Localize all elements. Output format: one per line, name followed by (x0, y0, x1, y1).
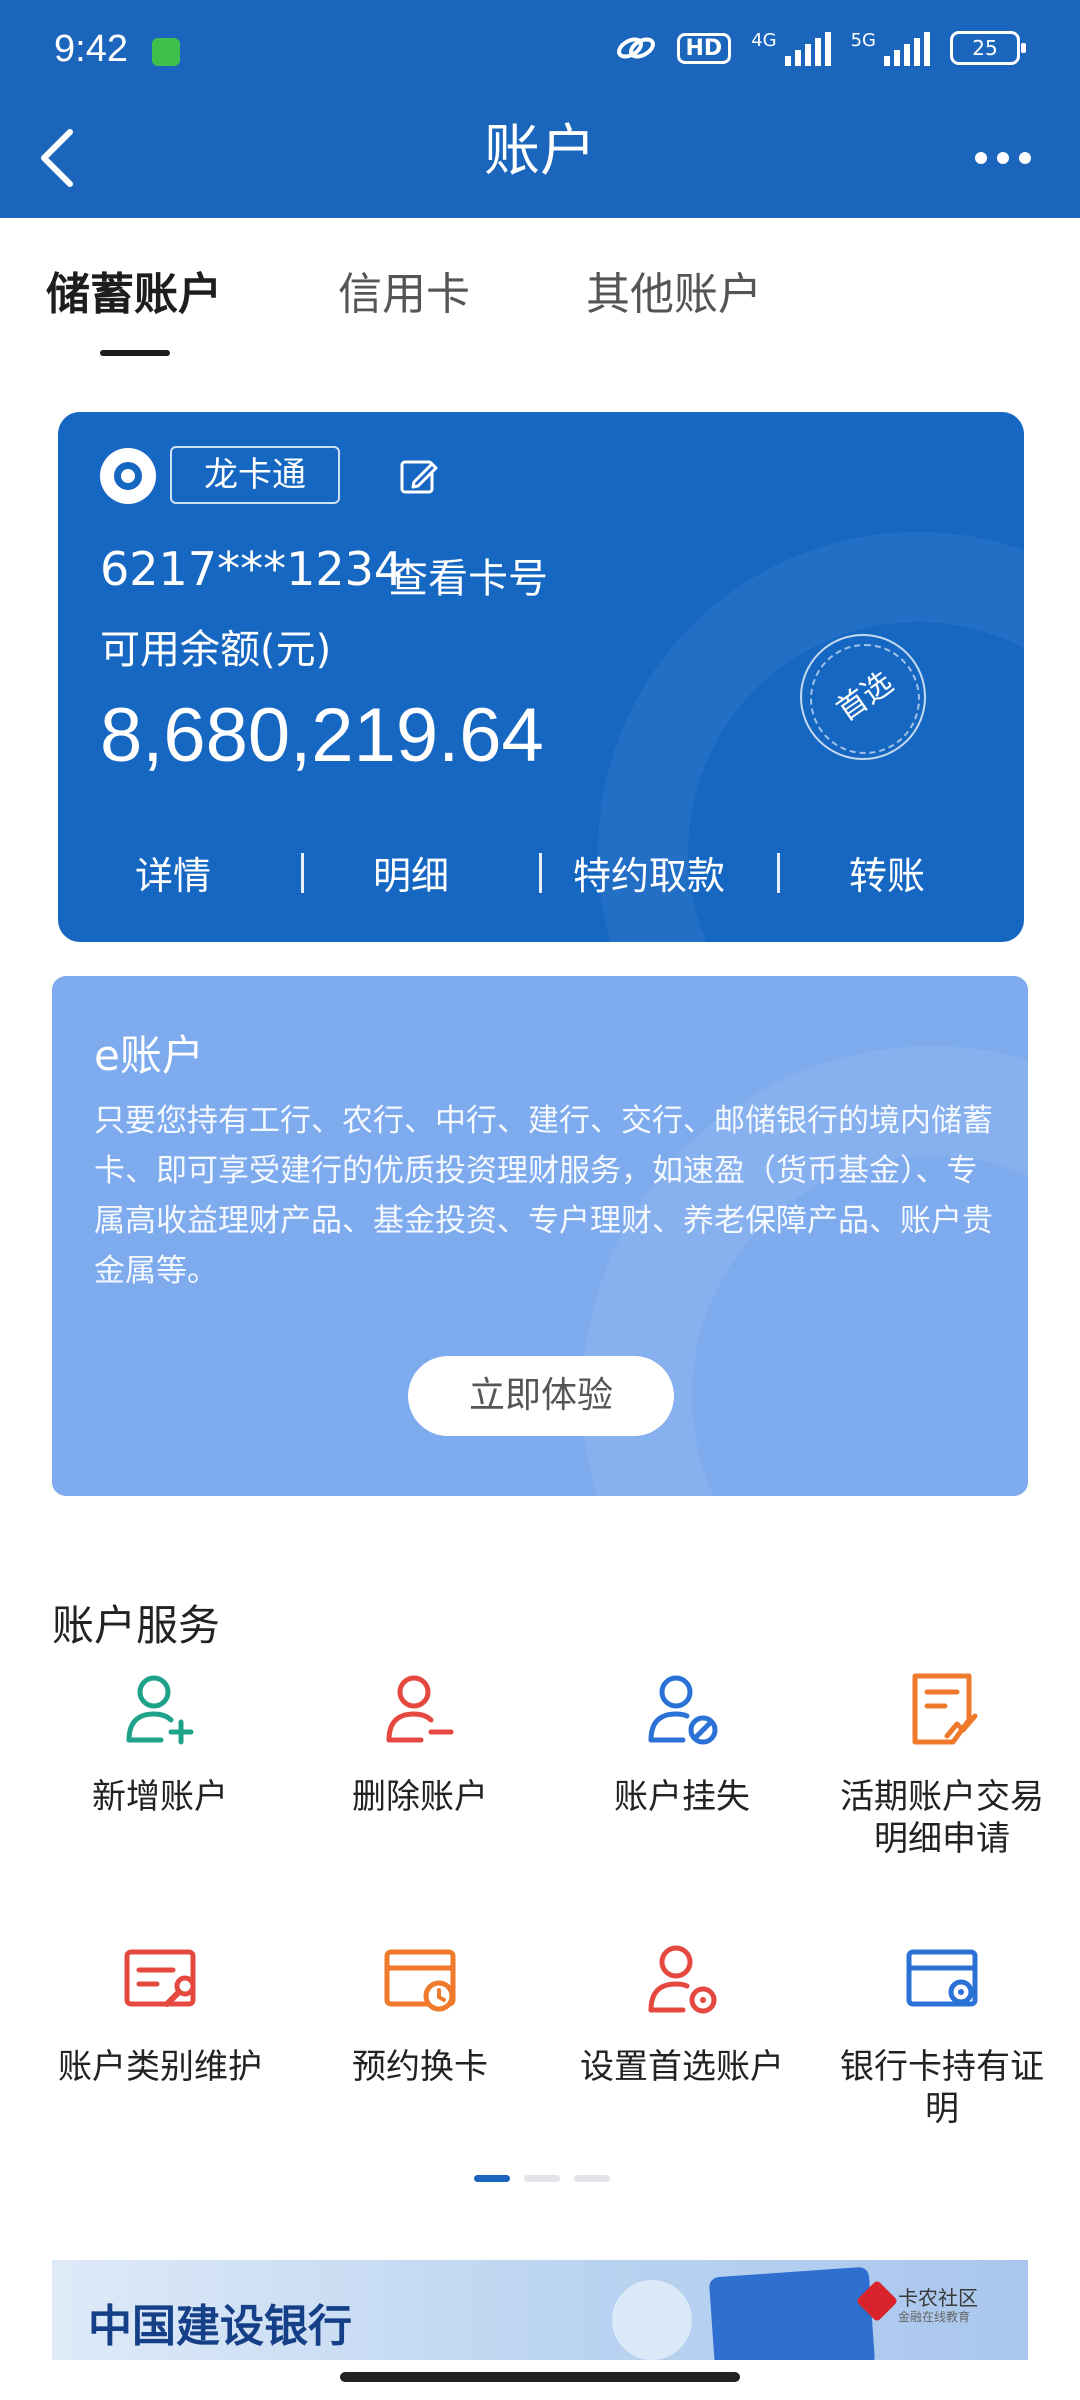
banner-decoration (612, 2280, 692, 2360)
account-tabs: 储蓄账户 信用卡 其他账户 (0, 218, 1080, 368)
service-label: 预约换卡 (352, 2047, 488, 2087)
status-time: 9:42 (54, 28, 128, 70)
tab-credit-card[interactable]: 信用卡 (338, 258, 470, 322)
document-chart-icon (912, 1673, 978, 1745)
service-label: 账户类别维护 (58, 2047, 262, 2087)
section-title: 账户服务 (52, 1601, 221, 1650)
details-button[interactable]: 详情 (58, 845, 288, 900)
service-delete-account[interactable]: 删除账户 (310, 1670, 530, 1818)
card-number: 6217***1234 (100, 542, 404, 596)
edit-icon[interactable] (394, 452, 444, 502)
service-label: 活期账户交易明细申请 (840, 1777, 1044, 1859)
service-account-type-maintenance[interactable]: 账户类别维护 (50, 1940, 270, 2088)
balance-amount: 8,680,219.64 (100, 693, 544, 778)
add-user-icon (126, 1675, 194, 1745)
page-title: 账户 (484, 119, 596, 184)
signal-icon-2 (884, 30, 930, 66)
community-watermark: 卡农社区 金融在线教育 (855, 2278, 1012, 2338)
more-dots-icon[interactable] (968, 128, 1038, 188)
e-account-title: e账户 (94, 1031, 204, 1080)
card-badge-icon (906, 1949, 978, 2007)
hd-voice-icon: HD (676, 32, 732, 64)
community-logo-icon (855, 2279, 899, 2323)
block-user-icon (648, 1675, 718, 1745)
balance-label: 可用余额(元) (100, 627, 332, 673)
try-now-button[interactable]: 立即体验 (408, 1356, 674, 1436)
special-withdrawal-button[interactable]: 特约取款 (534, 845, 764, 900)
account-card[interactable]: 龙卡通 6217***1234 查看卡号 可用余额(元) 8,680,219.6… (58, 412, 1024, 942)
card-clock-icon (384, 1949, 456, 2012)
e-account-panel: e账户 只要您持有工行、农行、中行、建行、交行、邮储银行的境内储蓄卡、即可享受建… (52, 976, 1028, 1496)
page-dot (574, 2175, 610, 2182)
card-actions: 详情 明细 特约取款 转账 (58, 837, 1024, 907)
service-label: 设置首选账户 (580, 2047, 784, 2087)
transfer-button[interactable]: 转账 (772, 845, 1002, 900)
page-dot (524, 2175, 560, 2182)
remove-user-icon (386, 1675, 454, 1743)
watermark-subtext: 金融在线教育 (898, 2310, 971, 2324)
service-label: 新增账户 (92, 1777, 228, 1817)
service-transaction-statement[interactable]: 活期账户交易明细申请 (832, 1670, 1052, 1860)
title-bar: 账户 (0, 100, 1080, 218)
card-name-badge: 龙卡通 (170, 446, 340, 504)
service-label: 银行卡持有证明 (840, 2047, 1044, 2129)
watermark-text: 卡农社区 (898, 2286, 978, 2310)
service-set-preferred-account[interactable]: 设置首选账户 (572, 1940, 792, 2088)
status-indicators: HD 4G 5G 25 (615, 30, 1026, 66)
signal-icon (784, 30, 831, 66)
preferred-stamp-label: 首选 (830, 665, 900, 729)
chevron-left-icon[interactable] (34, 118, 104, 198)
tab-other-accounts[interactable]: 其他账户 (586, 258, 762, 322)
tab-savings[interactable]: 储蓄账户 (46, 258, 222, 322)
link-icon (616, 37, 655, 59)
service-label: 账户挂失 (614, 1777, 750, 1817)
transactions-button[interactable]: 明细 (296, 845, 526, 900)
tab-indicator (100, 350, 170, 356)
home-indicator[interactable] (340, 2372, 740, 2382)
preferred-stamp: 首选 (800, 634, 926, 760)
service-report-loss[interactable]: 账户挂失 (572, 1670, 792, 1818)
page-indicator (474, 2175, 610, 2182)
network-4g-label: 4G (751, 30, 777, 51)
card-wrench-icon (124, 1949, 196, 2007)
bank-logo-icon (100, 448, 156, 504)
user-settings-icon (648, 1945, 717, 2014)
service-add-account[interactable]: 新增账户 (50, 1670, 270, 1818)
page-dot-active (474, 2175, 510, 2182)
service-label: 删除账户 (352, 1777, 488, 1817)
status-bar: 9:42 HD 4G 5G 25 (0, 0, 1080, 100)
view-card-number-link[interactable]: 查看卡号 (388, 546, 548, 604)
banner-card-image (708, 2266, 876, 2360)
battery-icon: 25 (950, 31, 1026, 65)
network-5g-label: 5G (850, 30, 876, 51)
service-card-ownership-certificate[interactable]: 银行卡持有证明 (832, 1940, 1052, 2130)
e-account-description: 只要您持有工行、农行、中行、建行、交行、邮储银行的境内储蓄卡、即可享受建行的优质… (94, 1103, 993, 1289)
app-notification-icon (152, 38, 180, 66)
banner-title: 中国建设银行 (88, 2301, 352, 2352)
service-card-replacement[interactable]: 预约换卡 (310, 1940, 530, 2088)
